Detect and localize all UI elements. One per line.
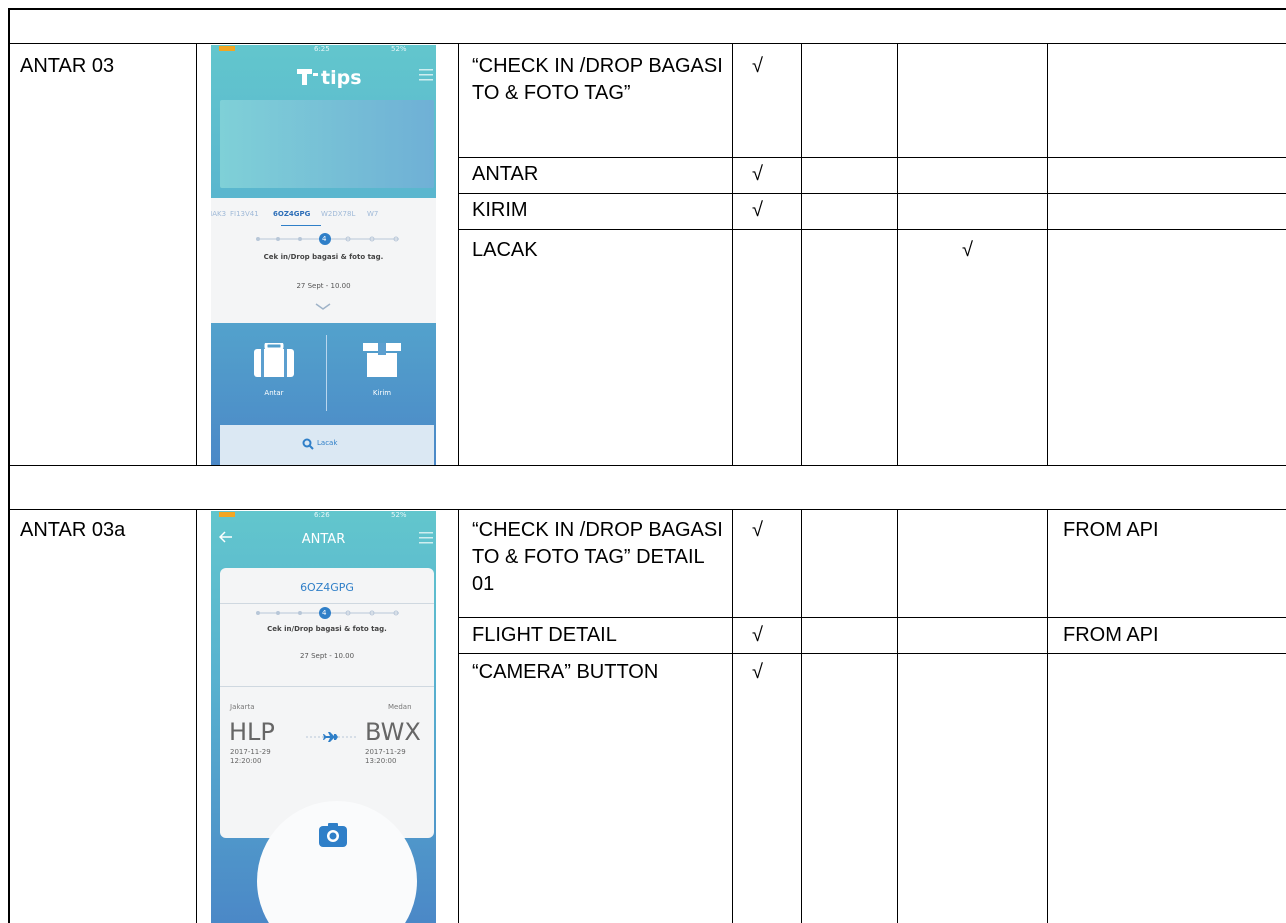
step-progress xyxy=(256,607,399,619)
item-separator xyxy=(458,157,1286,158)
item-name: FLIGHT DETAIL xyxy=(472,624,617,646)
step-label: Cek in/Drop bagasi & foto tag. xyxy=(263,253,384,261)
tips-logo: tips xyxy=(297,67,377,91)
col-separator xyxy=(458,43,459,465)
step-number: 4 xyxy=(322,609,327,617)
col-separator xyxy=(897,509,898,923)
step-progress xyxy=(256,233,399,245)
from-city: Jakarta xyxy=(230,703,255,711)
col-separator xyxy=(1047,43,1048,465)
item-check: √ xyxy=(752,55,763,77)
chevron-down-icon[interactable] xyxy=(315,303,331,311)
status-battery: 52% xyxy=(391,45,407,53)
item-check: √ xyxy=(752,624,763,646)
step-label: Cek in/Drop bagasi & foto tag. xyxy=(267,625,387,633)
item-name: KIRIM xyxy=(472,199,528,221)
booking-tab[interactable]: W2DX78L xyxy=(321,210,355,218)
item-name: “CAMERA” BUTTON xyxy=(472,661,659,683)
to-time: 13:20:00 xyxy=(365,757,397,765)
antar-button[interactable]: Antar xyxy=(211,335,323,415)
col-separator xyxy=(196,43,197,465)
step-number: 4 xyxy=(322,235,327,243)
row-id: ANTAR 03 xyxy=(20,55,115,77)
lacak-button[interactable]: Lacak xyxy=(220,425,434,465)
app-screenshot-home: 6:25 52% tips NAK3 FI13V41 6OZ4GPG W2DX7… xyxy=(211,45,436,465)
tab-underline xyxy=(281,225,321,226)
detail-card: 6OZ4GPG 4 Cek in/Drop bagasi & foto tag.… xyxy=(220,568,434,838)
row-separator xyxy=(8,509,1286,510)
col-separator xyxy=(732,43,733,465)
booking-tab[interactable]: FI13V41 xyxy=(230,210,259,218)
to-city: Medan xyxy=(388,703,412,711)
booking-tab-active[interactable]: 6OZ4GPG xyxy=(273,210,310,218)
col-separator xyxy=(458,509,459,923)
item-name: LACAK xyxy=(472,239,538,261)
col-separator xyxy=(897,43,898,465)
row-id: ANTAR 03a xyxy=(20,519,126,541)
item-name: “CHECK IN /DROP BAGASI TO & FOTO TAG” DE… xyxy=(472,519,723,595)
row-separator xyxy=(8,43,1286,44)
to-date: 2017-11-29 xyxy=(365,748,406,756)
app-screenshot-antar: 6:26 52% ANTAR 6OZ4GPG 4 Cek in/Drop bag… xyxy=(211,511,436,923)
logo-mark-icon xyxy=(297,69,318,85)
from-time: 12:20:00 xyxy=(230,757,262,765)
progress-card[interactable]: NAK3 FI13V41 6OZ4GPG W2DX78L W7 4 Cek in… xyxy=(211,198,436,323)
item-check: √ xyxy=(962,239,973,261)
box-icon xyxy=(363,343,401,377)
item-name: “CHECK IN /DROP BAGASI TO & FOTO TAG” xyxy=(472,55,723,104)
kirim-label: Kirim xyxy=(372,389,392,397)
camera-icon xyxy=(319,823,347,847)
item-check: √ xyxy=(752,199,763,221)
search-icon xyxy=(302,438,314,450)
row-separator xyxy=(8,465,1286,466)
col-separator xyxy=(1047,509,1048,923)
lacak-label: Lacak xyxy=(317,439,338,447)
banner xyxy=(220,100,434,188)
item-name: ANTAR xyxy=(472,163,539,185)
step-time: 27 Sept - 10.00 xyxy=(299,652,355,660)
from-date: 2017-11-29 xyxy=(230,748,271,756)
col-separator xyxy=(196,509,197,923)
item-separator xyxy=(458,653,1286,654)
col-separator xyxy=(801,509,802,923)
from-code: HLP xyxy=(229,718,275,746)
item-check: √ xyxy=(752,519,763,541)
booking-code: 6OZ4GPG xyxy=(300,581,354,594)
carrier-badge xyxy=(219,512,235,517)
item-separator xyxy=(458,193,1286,194)
menu-icon[interactable] xyxy=(419,532,433,544)
booking-tab[interactable]: W7 xyxy=(367,210,378,218)
header-title: ANTAR xyxy=(301,532,346,547)
carrier-badge xyxy=(219,46,235,51)
col-separator xyxy=(801,43,802,465)
logo-text: tips xyxy=(321,67,362,89)
divider xyxy=(220,603,434,604)
item-check: √ xyxy=(752,661,763,683)
item-note: FROM API xyxy=(1063,519,1159,541)
status-time: 6:25 xyxy=(314,45,330,53)
item-separator xyxy=(458,229,1286,230)
plane-icon xyxy=(306,732,356,742)
luggage-icon xyxy=(254,343,294,377)
divider xyxy=(220,686,434,687)
item-note: FROM API xyxy=(1063,624,1159,646)
col-separator xyxy=(732,509,733,923)
menu-icon[interactable] xyxy=(419,69,433,81)
antar-label: Antar xyxy=(264,389,284,397)
status-battery: 52% xyxy=(391,511,407,519)
item-check: √ xyxy=(752,163,763,185)
to-code: BWX xyxy=(365,718,421,746)
item-separator xyxy=(458,617,1286,618)
kirim-button[interactable]: Kirim xyxy=(327,335,436,415)
booking-tab[interactable]: NAK3 xyxy=(211,210,226,218)
table-border-top xyxy=(8,8,1286,10)
status-time: 6:26 xyxy=(314,511,330,519)
step-time: 27 Sept - 10.00 xyxy=(296,282,351,290)
